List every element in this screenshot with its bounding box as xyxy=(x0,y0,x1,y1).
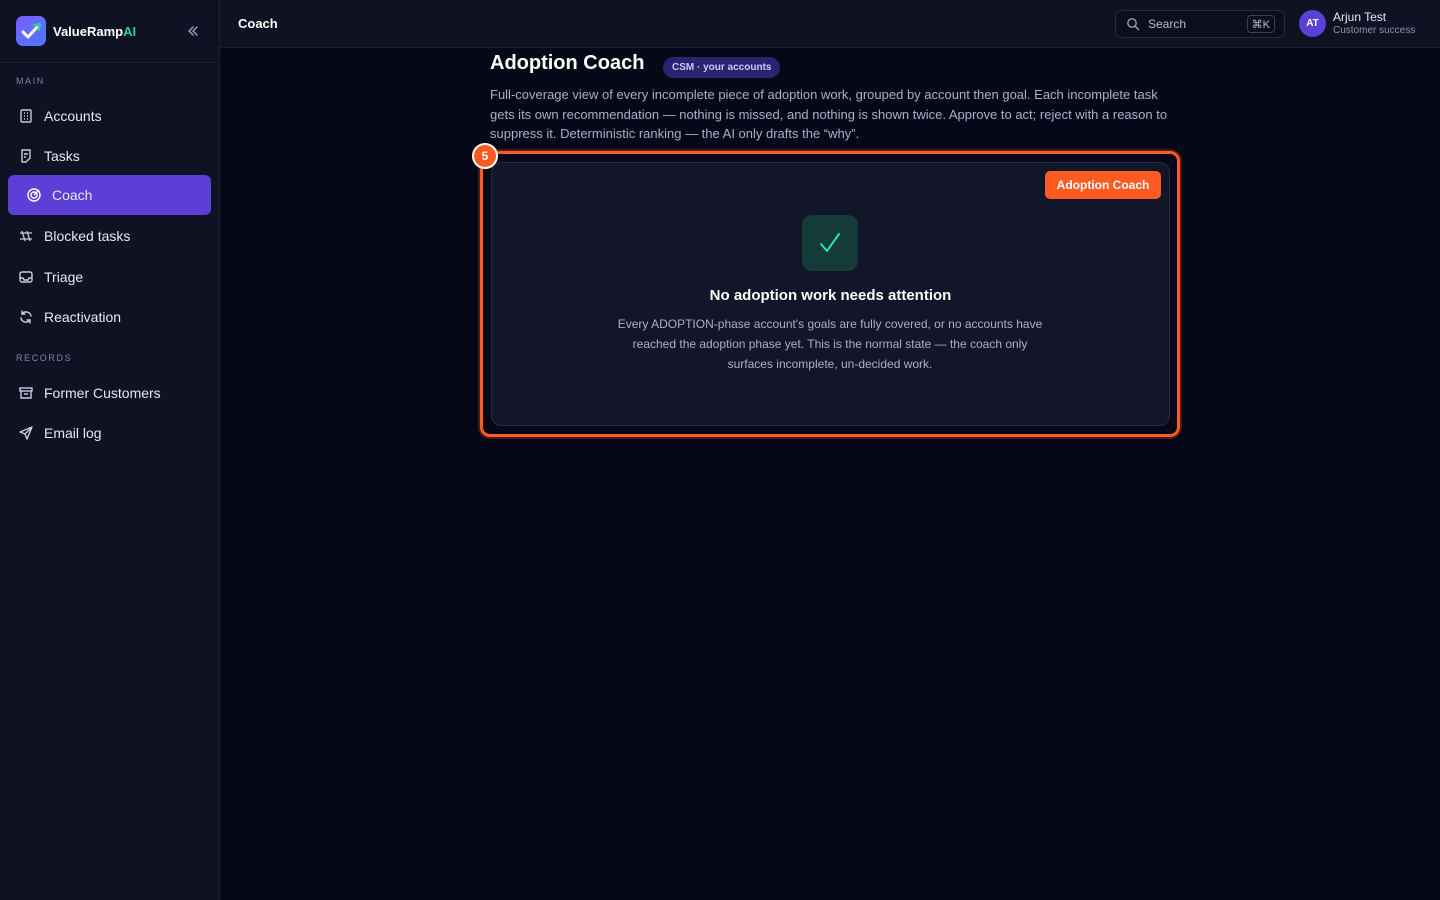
sidebar: ValueRampAI MAIN Accounts Tasks Coach Bl… xyxy=(0,0,220,900)
sidebar-item-label: Reactivation xyxy=(44,308,122,325)
brand: ValueRampAI xyxy=(0,0,219,63)
search-placeholder: Search xyxy=(1148,17,1187,31)
search-input[interactable]: Search ⌘K xyxy=(1115,10,1285,38)
sidebar-item-label: Blocked tasks xyxy=(44,227,131,244)
logo-icon xyxy=(16,16,46,46)
archive-icon xyxy=(18,385,34,401)
sidebar-item-label: Triage xyxy=(44,268,84,285)
empty-state-description: Every ADOPTION-phase account's goals are… xyxy=(617,317,1043,371)
sidebar-item-label: Email log xyxy=(44,424,102,441)
building-icon xyxy=(18,108,34,124)
user-name[interactable]: Arjun Test xyxy=(1333,10,1386,24)
role-badge: CSM · your accounts xyxy=(663,57,781,78)
section-label-main: MAIN xyxy=(16,76,45,86)
sidebar-item-accounts[interactable]: Accounts xyxy=(8,96,211,135)
brand-name-accent: AI xyxy=(123,23,137,39)
adoption-coach-tag[interactable]: Adoption Coach xyxy=(1045,171,1161,199)
sidebar-item-label: Former Customers xyxy=(44,384,161,401)
task-icon xyxy=(18,148,34,164)
search-icon xyxy=(1126,17,1140,31)
collapse-sidebar-button[interactable] xyxy=(183,21,203,41)
user-role: Customer success xyxy=(1333,25,1416,36)
brand-name-main: ValueRamp xyxy=(53,23,124,39)
sidebar-item-reactivation[interactable]: Reactivation xyxy=(8,297,211,336)
chevrons-left-icon xyxy=(188,26,198,36)
page-title: Adoption Coach xyxy=(490,52,645,74)
avatar[interactable]: AT xyxy=(1299,10,1326,37)
step-number-badge: 5 xyxy=(472,143,498,169)
sidebar-item-label: Coach xyxy=(52,187,93,203)
sidebar-item-blocked-tasks[interactable]: Blocked tasks xyxy=(8,216,211,255)
sidebar-item-coach[interactable]: Coach xyxy=(8,175,211,215)
page-description: Full-coverage view of every incomplete p… xyxy=(490,87,1168,141)
sidebar-item-email-log[interactable]: Email log xyxy=(8,413,211,452)
page-breadcrumb: Coach xyxy=(238,16,278,31)
empty-state-title: No adoption work needs attention xyxy=(709,287,952,304)
sidebar-item-label: Tasks xyxy=(44,147,80,164)
sidebar-item-tasks[interactable]: Tasks xyxy=(8,136,211,175)
brand-name: ValueRampAI xyxy=(53,24,136,39)
send-icon xyxy=(18,425,34,441)
sidebar-item-label: Accounts xyxy=(44,107,102,124)
blocked-icon xyxy=(18,228,34,244)
search-shortcut: ⌘K xyxy=(1246,15,1275,33)
sidebar-item-triage[interactable]: Triage xyxy=(8,257,211,296)
top-bar: Coach Search ⌘K AT Arjun Test Customer s… xyxy=(220,0,1440,48)
target-icon xyxy=(26,187,42,203)
refresh-icon xyxy=(18,309,34,325)
check-icon xyxy=(802,215,858,271)
section-label-records: RECORDS xyxy=(16,353,73,363)
sidebar-item-former-customers[interactable]: Former Customers xyxy=(8,373,211,412)
inbox-icon xyxy=(18,269,34,285)
